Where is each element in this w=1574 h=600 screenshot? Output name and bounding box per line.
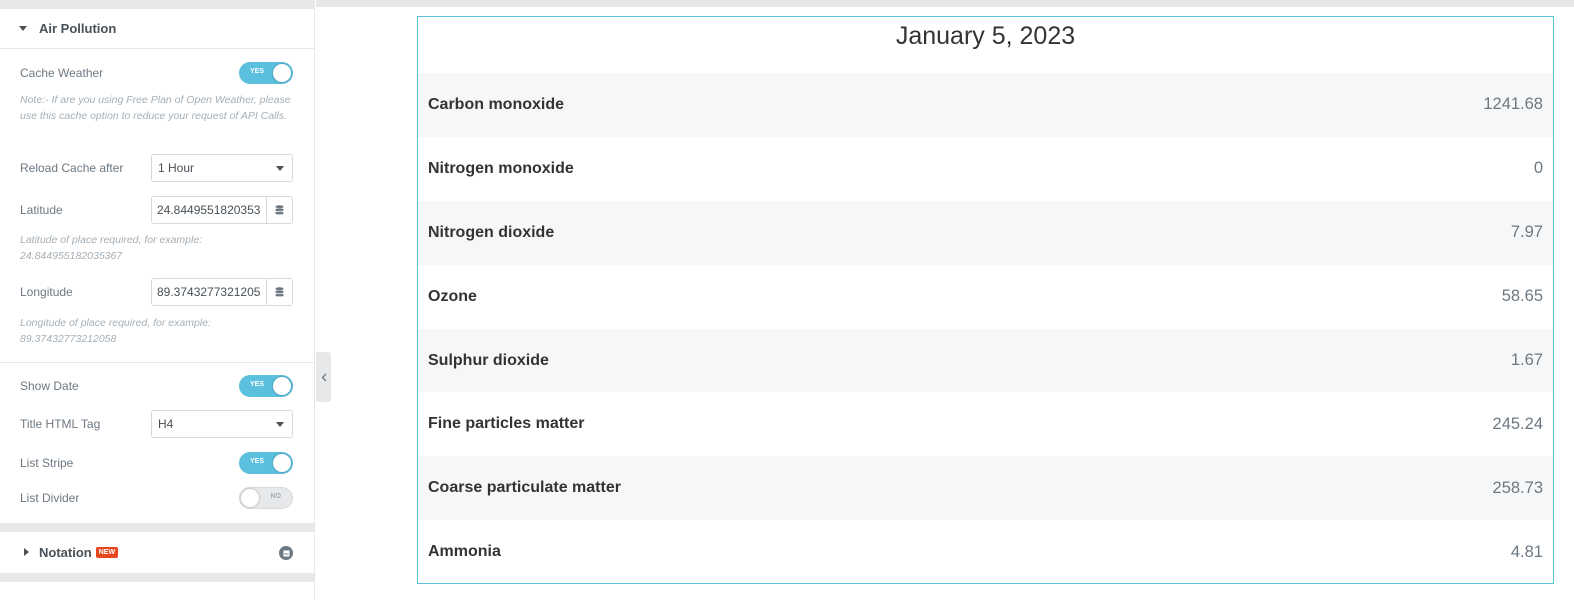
caret-right-icon — [24, 548, 29, 556]
chevron-down-icon — [276, 421, 284, 427]
preview-top-bar — [316, 0, 1574, 7]
pollutant-value: 0 — [1533, 159, 1543, 178]
latitude-control: Latitude 24.8449551820353 — [20, 196, 293, 224]
toggle-knob — [273, 64, 291, 82]
list-item: Carbon monoxide 1241.68 — [418, 73, 1553, 137]
list-item: Nitrogen monoxide 0 — [418, 137, 1553, 201]
new-badge: NEW — [95, 546, 119, 558]
pollutant-value: 58.65 — [1501, 287, 1543, 306]
latitude-input-group: 24.8449551820353 — [151, 196, 293, 224]
list-divider-toggle[interactable]: NO — [239, 487, 293, 509]
title-tag-label: Title HTML Tag — [20, 417, 101, 431]
pollutant-value: 7.97 — [1510, 223, 1543, 242]
pollutant-name: Fine particles matter — [428, 415, 585, 433]
settings-panel: Air Pollution Cache Weather YES Note:- I… — [0, 0, 315, 600]
list-item: Coarse particulate matter 258.73 — [418, 456, 1553, 521]
reload-cache-label: Reload Cache after — [20, 161, 124, 175]
pollutant-name: Ozone — [428, 287, 477, 305]
reload-cache-value: 1 Hour — [158, 161, 195, 175]
list-divider-label: List Divider — [20, 491, 80, 505]
pollutant-name: Nitrogen dioxide — [428, 223, 555, 241]
toggle-state-text: YES — [250, 458, 265, 465]
cache-weather-toggle[interactable]: YES — [239, 62, 293, 84]
air-pollution-widget[interactable]: January 5, 2023 Carbon monoxide 1241.68 Ni… — [417, 16, 1554, 584]
section-air-pollution-header[interactable]: Air Pollution — [0, 9, 314, 49]
section-notation-header[interactable]: Notation NEW — [0, 533, 314, 571]
list-stripe-label: List Stripe — [20, 456, 74, 470]
panel-top-strip — [0, 0, 314, 9]
help-icon[interactable] — [279, 546, 293, 560]
longitude-note: Longitude of place required, for example… — [20, 317, 211, 345]
notation-glyph-icon — [283, 550, 289, 556]
reload-cache-control: Reload Cache after 1 Hour — [20, 154, 293, 182]
title-tag-value: H4 — [158, 417, 174, 431]
list-item: Nitrogen dioxide 7.97 — [418, 200, 1553, 265]
cache-note: Note:- If are you using Free Plan of Ope… — [20, 94, 291, 122]
toggle-knob — [241, 489, 259, 507]
chevron-left-icon — [321, 373, 326, 381]
pollutant-name: Nitrogen monoxide — [428, 159, 574, 177]
pollutant-value: 258.73 — [1492, 478, 1543, 497]
section-gap — [0, 523, 314, 532]
dynamic-tags-button[interactable] — [266, 278, 293, 306]
notation-title: Notation — [39, 544, 92, 560]
section-title: Air Pollution — [39, 21, 117, 36]
pollutant-name: Sulphur dioxide — [428, 351, 549, 369]
show-date-label: Show Date — [20, 379, 79, 393]
list-divider-control: List Divider NO — [20, 487, 293, 509]
list-item: Fine particles matter 245.24 — [418, 392, 1553, 456]
toggle-state-text: YES — [250, 68, 265, 75]
widget-date-title: January 5, 2023 — [895, 22, 1076, 50]
show-date-toggle[interactable]: YES — [239, 375, 293, 397]
list-stripe-toggle[interactable]: YES — [239, 452, 293, 474]
title-tag-select[interactable]: H4 — [151, 410, 293, 438]
panel-collapse-button[interactable] — [316, 352, 331, 402]
list-item: Ammonia 4.81 — [418, 520, 1553, 584]
pollutant-value: 1.67 — [1510, 351, 1543, 369]
section-gap — [0, 573, 314, 582]
cache-weather-control: Cache Weather YES — [20, 62, 293, 84]
database-icon — [275, 287, 284, 297]
caret-down-icon — [19, 26, 27, 31]
show-date-control: Show Date YES — [20, 375, 293, 397]
pollutant-name: Ammonia — [428, 543, 501, 561]
title-tag-control: Title HTML Tag H4 — [20, 410, 293, 438]
longitude-label: Longitude — [20, 285, 73, 299]
toggle-state-text: NO — [270, 493, 282, 500]
chevron-down-icon — [276, 165, 284, 171]
latitude-label: Latitude — [20, 203, 63, 217]
list-item: Sulphur dioxide 1.67 — [418, 328, 1553, 393]
list-item: Ozone 58.65 — [418, 265, 1553, 329]
longitude-input[interactable]: 89.3743277321205 — [151, 278, 266, 306]
latitude-input[interactable]: 24.8449551820353 — [151, 196, 266, 224]
divider — [0, 362, 314, 363]
pollutant-value: 245.24 — [1492, 414, 1543, 433]
reload-cache-select[interactable]: 1 Hour — [151, 154, 293, 182]
pollutant-name: Carbon monoxide — [428, 95, 565, 113]
dynamic-tags-button[interactable] — [266, 196, 293, 224]
pollutant-value: 1241.68 — [1483, 95, 1543, 114]
database-icon — [275, 205, 284, 215]
toggle-knob — [273, 377, 291, 395]
pollutant-value: 4.81 — [1510, 542, 1543, 561]
cache-weather-label: Cache Weather — [20, 66, 104, 80]
longitude-input-group: 89.3743277321205 — [151, 278, 293, 306]
toggle-knob — [273, 454, 291, 472]
pollutant-list: Carbon monoxide 1241.68 Nitrogen monoxide 0… — [418, 73, 1553, 584]
latitude-note: Latitude of place required, for example:… — [20, 234, 203, 262]
list-stripe-control: List Stripe YES — [20, 452, 293, 474]
pollutant-name: Coarse particulate matter — [428, 479, 621, 497]
toggle-state-text: YES — [250, 381, 265, 388]
longitude-control: Longitude 89.3743277321205 — [20, 278, 293, 306]
